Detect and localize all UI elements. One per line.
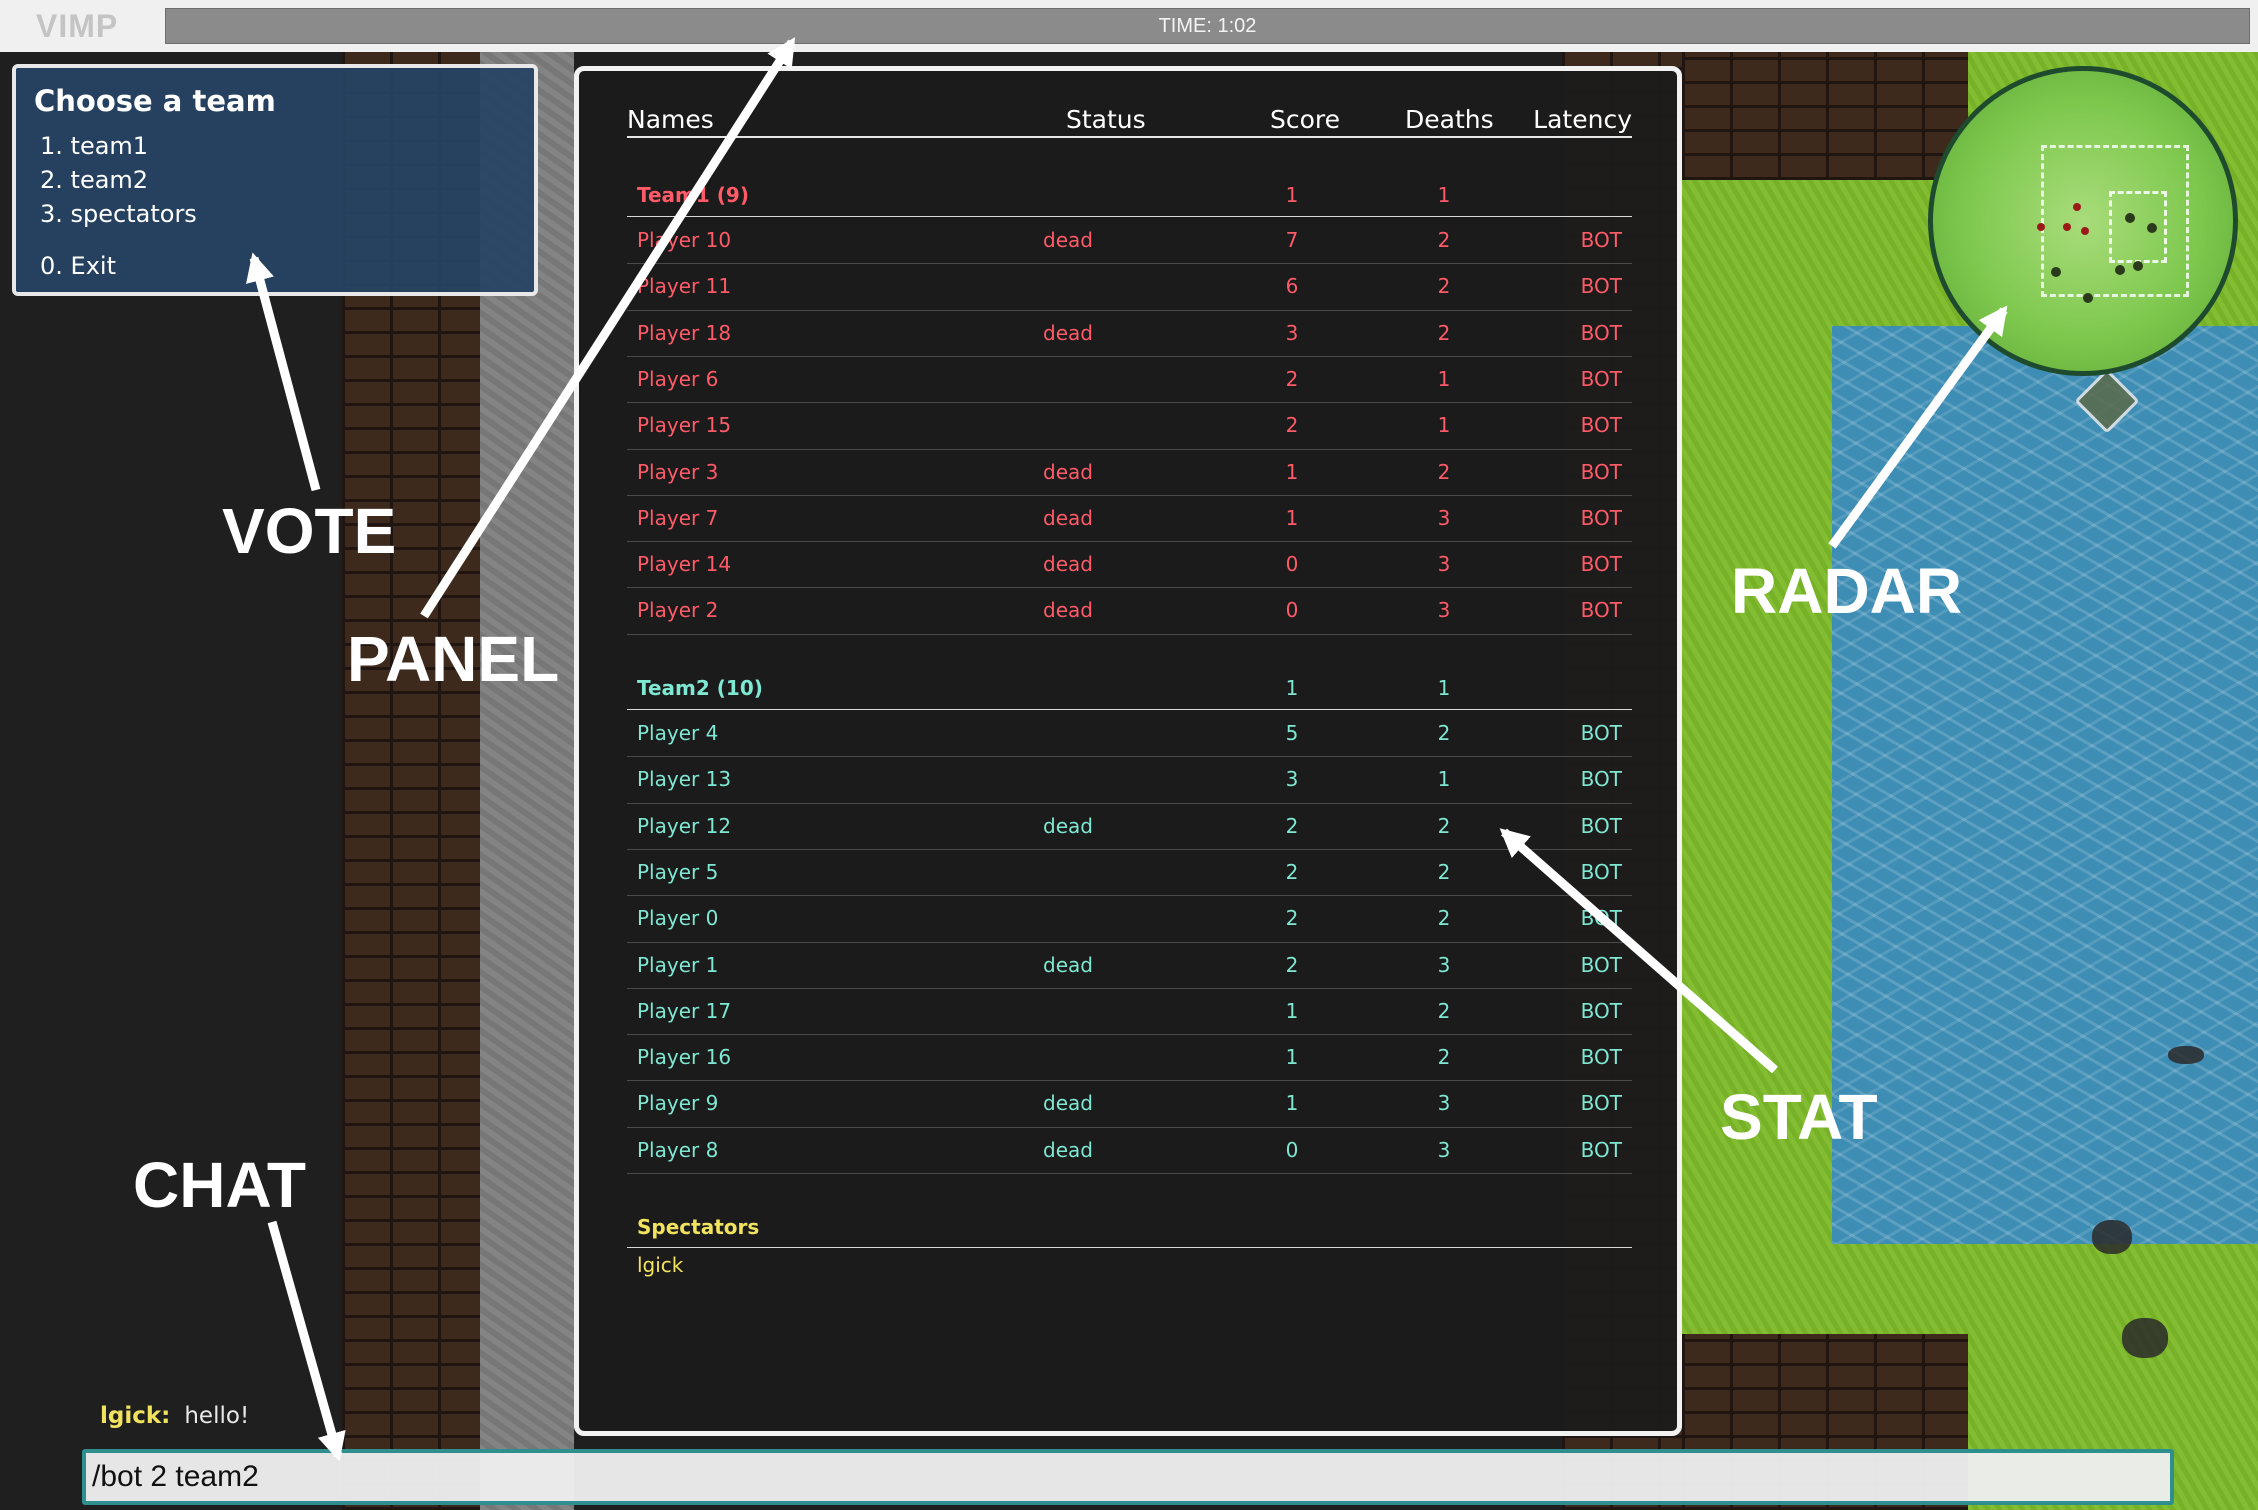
annotation-arrow-icon: [246, 37, 2008, 1462]
panel-arrow-icon: [420, 37, 796, 619]
stat-arrow-icon: [1499, 828, 1778, 1074]
radar-arrow-icon: [1828, 305, 2008, 549]
vote-arrow-icon: [246, 252, 321, 492]
chat-arrow-icon: [267, 1220, 346, 1462]
